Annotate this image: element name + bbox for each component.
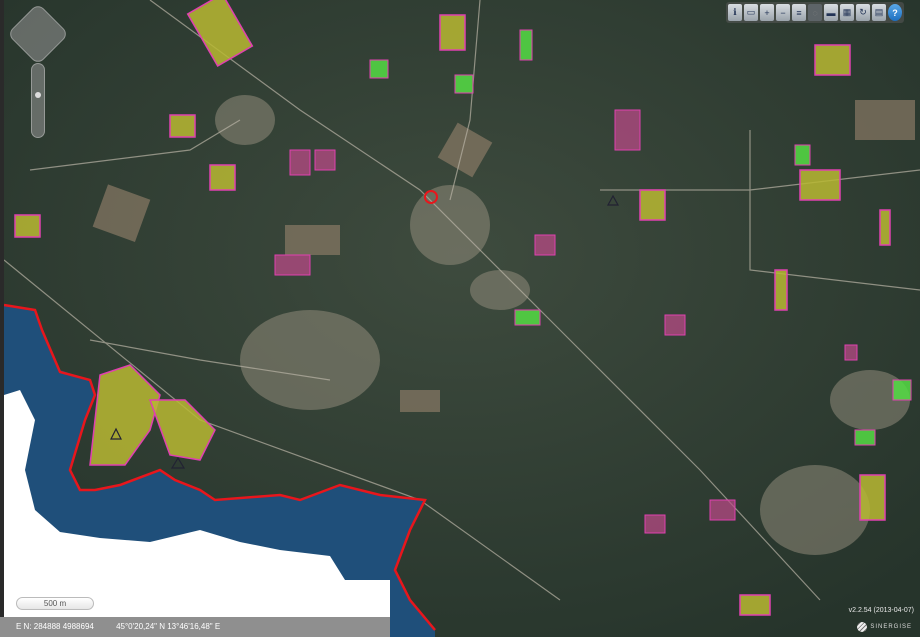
disabled-tool-button[interactable]: ◌: [808, 4, 822, 21]
sinergise-logo: SINERGISE: [857, 622, 912, 632]
refresh-icon: ↻: [859, 7, 867, 17]
disabled-tool-icon: ◌: [812, 7, 818, 18]
zoom-in-button[interactable]: +: [760, 4, 774, 21]
status-bar: E N: 284888 4988694 45°0'20,24" N 13°46'…: [0, 617, 390, 637]
measure-area-icon: ▦: [842, 7, 852, 17]
measure-distance-button[interactable]: ▬: [824, 4, 838, 21]
brand-name: SINERGISE: [870, 624, 912, 630]
info-button[interactable]: ℹ: [728, 4, 742, 21]
window-edge: [0, 0, 4, 637]
zoom-out-button[interactable]: −: [776, 4, 790, 21]
help-icon: ?: [892, 7, 898, 18]
print-area-icon: ▭: [746, 7, 756, 17]
map-toolbar: ℹ ▭ + − ≡ ◌ ▬ ▦ ↻ ▤?: [726, 2, 904, 23]
zoom-out-icon: −: [780, 7, 786, 18]
printer-button[interactable]: ▤: [872, 4, 886, 21]
print-area-button[interactable]: ▭: [744, 4, 758, 21]
version-label: v2.2.54 (2013-04-07): [848, 607, 914, 614]
zoom-in-icon: +: [764, 7, 770, 18]
geographic-coordinates: 45°0'20,24" N 13°46'16,48" E: [116, 622, 221, 631]
layers-button[interactable]: ≡: [792, 4, 806, 21]
scale-bar: 500 m: [16, 597, 94, 610]
measure-distance-icon: ▬: [826, 7, 836, 18]
projected-coordinates: E N: 284888 4988694: [16, 622, 94, 631]
printer-icon: ▤: [874, 7, 884, 17]
refresh-button[interactable]: ↻: [856, 4, 870, 21]
aerial-map[interactable]: [0, 0, 920, 637]
zoom-slider-handle[interactable]: [35, 92, 41, 98]
layers-icon: ≡: [796, 7, 802, 18]
help-button[interactable]: ?: [888, 4, 902, 21]
zoom-slider[interactable]: [31, 63, 45, 138]
sinergise-logo-icon: [857, 622, 868, 632]
measure-area-button[interactable]: ▦: [840, 4, 854, 21]
info-icon: ℹ: [733, 7, 737, 17]
